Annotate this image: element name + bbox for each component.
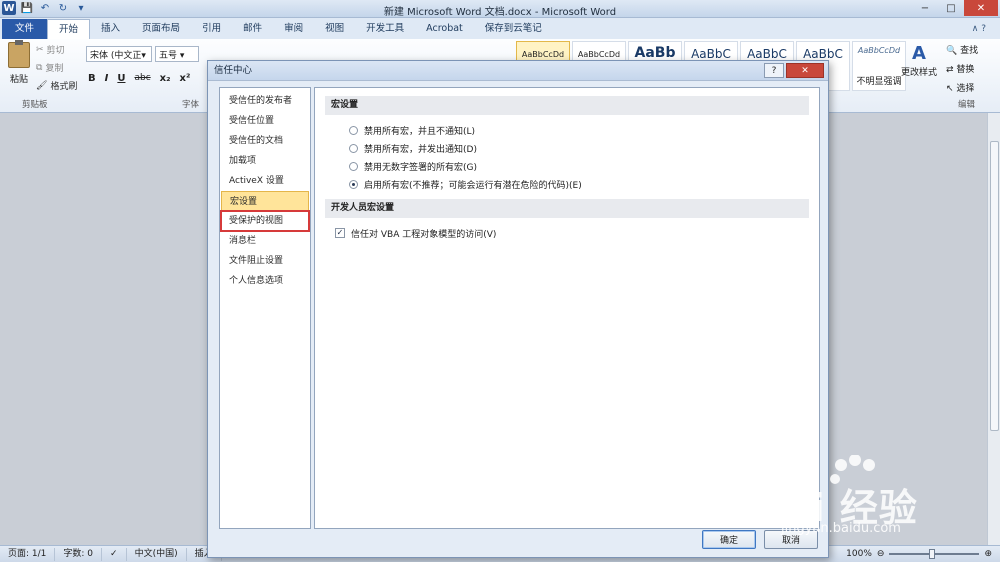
superscript-button[interactable]: x² (180, 73, 191, 84)
dialog-close-button[interactable]: ✕ (786, 63, 824, 78)
format-painter-button[interactable]: 🖌 格式刷 (36, 79, 77, 93)
paste-button[interactable]: 粘贴 (6, 40, 32, 85)
replace-button[interactable]: ⇄ 替换 (946, 62, 978, 75)
tab-file[interactable]: 文件 (2, 19, 48, 39)
ribbon-tabs: 文件 开始 插入 页面布局 引用 邮件 审阅 视图 开发工具 Acrobat 保… (0, 18, 1000, 39)
macro-option-disable-no-notify[interactable]: 禁用所有宏，并且不通知(L) (325, 121, 809, 139)
editing-commands: 🔍 查找 ⇄ 替换 ↖ 选择 (946, 43, 978, 94)
format-buttons: B I U abc x₂ x² (88, 73, 190, 84)
nav-trusted-locations[interactable]: 受信任位置 (221, 111, 309, 131)
page-count[interactable]: 页面: 1/1 (0, 547, 56, 561)
tab-mailings[interactable]: 邮件 (232, 19, 273, 39)
tab-developer[interactable]: 开发工具 (355, 19, 415, 39)
radio-button[interactable] (349, 161, 358, 171)
nav-trusted-publishers[interactable]: 受信任的发布者 (221, 91, 309, 111)
radio-button[interactable] (349, 125, 358, 135)
tab-review[interactable]: 审阅 (273, 19, 314, 39)
copy-button[interactable]: ⧉ 复制 (36, 61, 77, 75)
nav-message-bar[interactable]: 消息栏 (221, 231, 309, 251)
select-button[interactable]: ↖ 选择 (946, 81, 978, 94)
editing-group-label: 编辑 (958, 100, 976, 110)
minimize-button[interactable]: − (912, 0, 938, 16)
zoom-control: 100% ⊖ ⊕ (846, 549, 992, 559)
nav-protected-view[interactable]: 受保护的视图 (220, 210, 310, 232)
subscript-button[interactable]: x₂ (160, 73, 171, 84)
underline-button[interactable]: U (117, 73, 125, 84)
find-button[interactable]: 🔍 查找 (946, 43, 978, 56)
brush-icon: 🖌 (36, 80, 48, 91)
nav-add-ins[interactable]: 加载项 (221, 151, 309, 171)
close-button[interactable]: ✕ (964, 0, 998, 16)
clipboard-icon (8, 40, 30, 68)
tab-home[interactable]: 开始 (47, 19, 91, 39)
tab-cloud-note[interactable]: 保存到云笔记 (474, 19, 553, 39)
window-title: 新建 Microsoft Word 文档.docx - Microsoft Wo… (383, 7, 617, 18)
developer-macro-heading: 开发人员宏设置 (325, 199, 809, 218)
nav-file-block-settings[interactable]: 文件阻止设置 (221, 251, 309, 271)
cut-button[interactable]: ✂ 剪切 (36, 43, 77, 57)
macro-settings-heading: 宏设置 (325, 96, 809, 115)
font-name-combo[interactable]: 宋体 (中文正▾ (86, 46, 152, 62)
clipboard-commands: ✂ 剪切 ⧉ 复制 🖌 格式刷 (36, 43, 77, 93)
ribbon-help-icon[interactable]: ∧ ? (972, 19, 986, 39)
tab-insert[interactable]: 插入 (90, 19, 131, 39)
trust-center-nav: 受信任的发布者 受信任位置 受信任的文档 加载项 ActiveX 设置 宏设置 … (219, 87, 311, 529)
nav-trusted-documents[interactable]: 受信任的文档 (221, 131, 309, 151)
watermark-url: jingyan.baidu.com (781, 521, 901, 536)
select-icon: ↖ (946, 84, 954, 94)
nav-macro-settings[interactable]: 宏设置 (221, 191, 309, 211)
language-indicator[interactable]: 中文(中国) (127, 547, 187, 561)
replace-icon: ⇄ (946, 65, 954, 75)
italic-button[interactable]: I (105, 73, 109, 84)
copy-icon: ⧉ (36, 62, 43, 73)
font-group-label: 字体 (182, 100, 200, 110)
dialog-title-buttons: ? ✕ (764, 63, 824, 78)
change-styles-button[interactable]: A 更改样式 (900, 43, 938, 78)
tab-references[interactable]: 引用 (191, 19, 232, 39)
macro-option-disable-notify[interactable]: 禁用所有宏，并发出通知(D) (325, 139, 809, 157)
maximize-button[interactable]: □ (938, 0, 964, 16)
find-icon: 🔍 (946, 46, 958, 56)
nav-activex-settings[interactable]: ActiveX 设置 (221, 171, 309, 191)
scissors-icon: ✂ (36, 44, 44, 55)
change-styles-icon: A (912, 43, 926, 64)
zoom-out-icon[interactable]: ⊖ (877, 549, 885, 559)
zoom-slider-knob[interactable] (929, 549, 936, 559)
macro-option-disable-unsigned[interactable]: 禁用无数字签署的所有宏(G) (325, 157, 809, 175)
baidu-jingyan-watermark: Bai 经验 jingyan.baidu.com (745, 455, 960, 550)
tab-acrobat[interactable]: Acrobat (415, 19, 474, 39)
strikethrough-button[interactable]: abc (134, 73, 150, 84)
macro-option-enable-all[interactable]: 启用所有宏(不推荐；可能会运行有潜在危险的代码)(E) (325, 175, 809, 193)
style-subtle-emphasis[interactable]: AaBbCcDd 不明显强调 (852, 41, 906, 91)
proofing-icon[interactable]: ✓ (102, 547, 127, 561)
zoom-slider[interactable] (889, 549, 980, 559)
scrollbar-thumb[interactable] (990, 141, 999, 431)
radio-button[interactable] (349, 143, 358, 153)
dialog-help-button[interactable]: ? (764, 63, 784, 78)
title-bar: W 💾 ↶ ↻ ▾ 新建 Microsoft Word 文档.docx - Mi… (0, 0, 1000, 18)
trust-center-dialog: 信任中心 ? ✕ 受信任的发布者 受信任位置 受信任的文档 加载项 Active… (207, 60, 829, 558)
vertical-scrollbar[interactable] (987, 113, 1000, 545)
bold-button[interactable]: B (88, 73, 96, 84)
zoom-level[interactable]: 100% (846, 549, 872, 559)
dialog-title: 信任中心 (208, 61, 828, 81)
nav-privacy-options[interactable]: 个人信息选项 (221, 271, 309, 291)
zoom-in-icon[interactable]: ⊕ (984, 549, 992, 559)
window-controls: − □ ✕ (912, 0, 998, 16)
clipboard-group-label: 剪贴板 (22, 100, 48, 110)
font-controls: 宋体 (中文正▾ 五号 ▾ (86, 46, 199, 62)
tab-page-layout[interactable]: 页面布局 (131, 19, 191, 39)
vba-trust-checkbox[interactable]: ✓ (335, 228, 345, 238)
word-count[interactable]: 字数: 0 (55, 547, 103, 561)
paste-label: 粘贴 (9, 75, 28, 85)
font-size-combo[interactable]: 五号 ▾ (155, 46, 199, 62)
radio-button-selected[interactable] (349, 179, 358, 189)
tab-view[interactable]: 视图 (314, 19, 355, 39)
vba-trust-option[interactable]: ✓ 信任对 VBA 工程对象模型的访问(V) (325, 224, 809, 242)
